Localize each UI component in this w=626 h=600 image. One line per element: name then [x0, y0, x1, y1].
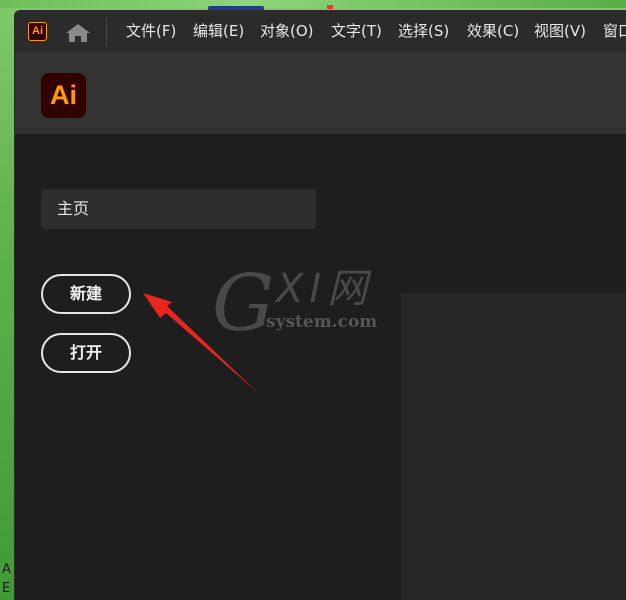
menu-separator [106, 18, 107, 46]
desktop-edge-text-a: A [2, 562, 11, 577]
home-icon[interactable] [65, 23, 91, 43]
menu-bar: Ai 文件(F) 编辑(E) 对象(O) 文字(T) 选择(S) 效果(C) 视… [15, 10, 626, 52]
desktop-marker [327, 5, 333, 9]
desktop-background-strip [0, 0, 626, 8]
recent-files-panel [401, 293, 626, 600]
nav-item-home[interactable]: 主页 [41, 189, 316, 229]
new-button[interactable]: 新建 [41, 274, 131, 314]
app-logo: Ai [41, 73, 86, 118]
menu-file[interactable]: 文件(F) [126, 10, 176, 52]
menu-select[interactable]: 选择(S) [398, 10, 449, 52]
illustrator-window: Ai 文件(F) 编辑(E) 对象(O) 文字(T) 选择(S) 效果(C) 视… [15, 10, 626, 600]
menu-effect[interactable]: 效果(C) [467, 10, 519, 52]
desktop-edge-text-e: E [2, 581, 11, 596]
menu-view[interactable]: 视图(V) [534, 10, 586, 52]
menu-type[interactable]: 文字(T) [331, 10, 382, 52]
menu-window[interactable]: 窗口 [603, 10, 626, 52]
menu-edit[interactable]: 编辑(E) [193, 10, 244, 52]
app-logo-small[interactable]: Ai [28, 22, 47, 41]
home-header: Ai [15, 52, 626, 134]
menu-object[interactable]: 对象(O) [260, 10, 314, 52]
open-button[interactable]: 打开 [41, 333, 131, 373]
